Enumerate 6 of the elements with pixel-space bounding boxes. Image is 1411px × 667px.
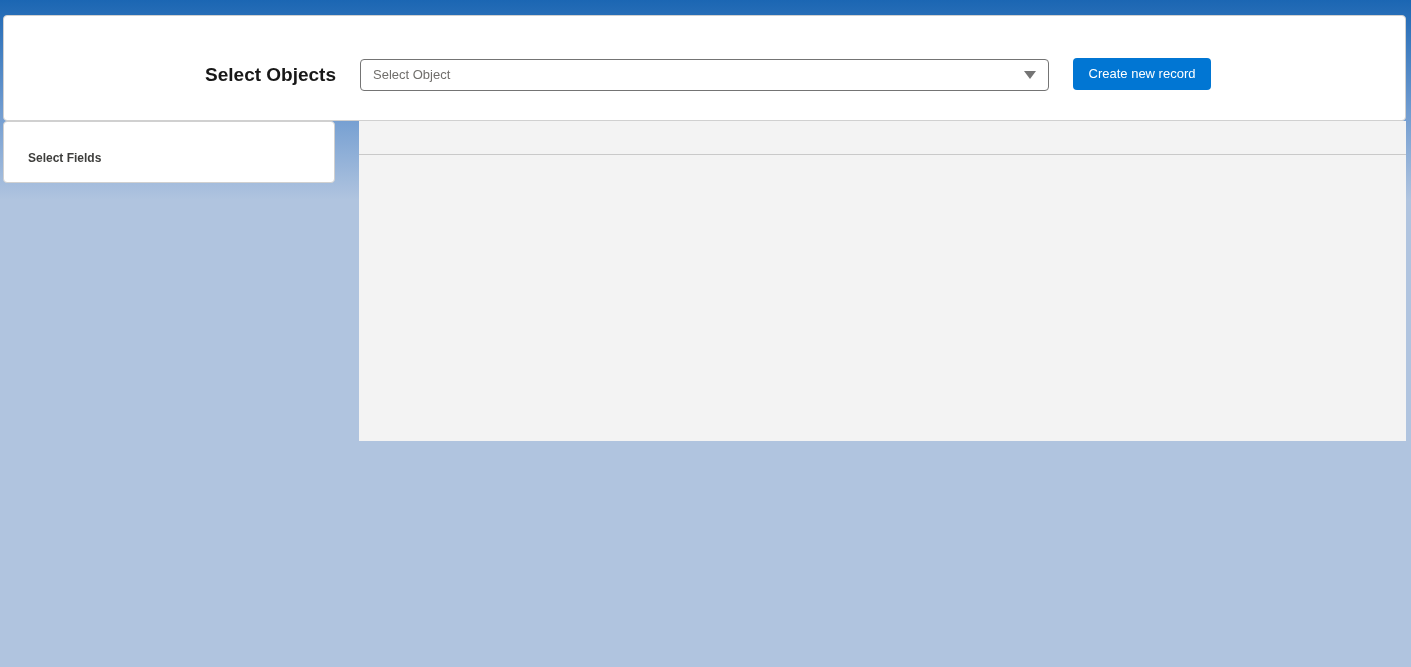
page-title: Select Objects bbox=[205, 62, 336, 87]
caret-icon bbox=[1024, 71, 1036, 79]
object-select[interactable]: Select Object bbox=[360, 59, 1049, 91]
create-record-button[interactable]: Create new record bbox=[1073, 57, 1211, 90]
object-select-input[interactable]: Select Object bbox=[373, 65, 1024, 85]
fields-title: Select Fields bbox=[28, 150, 102, 167]
